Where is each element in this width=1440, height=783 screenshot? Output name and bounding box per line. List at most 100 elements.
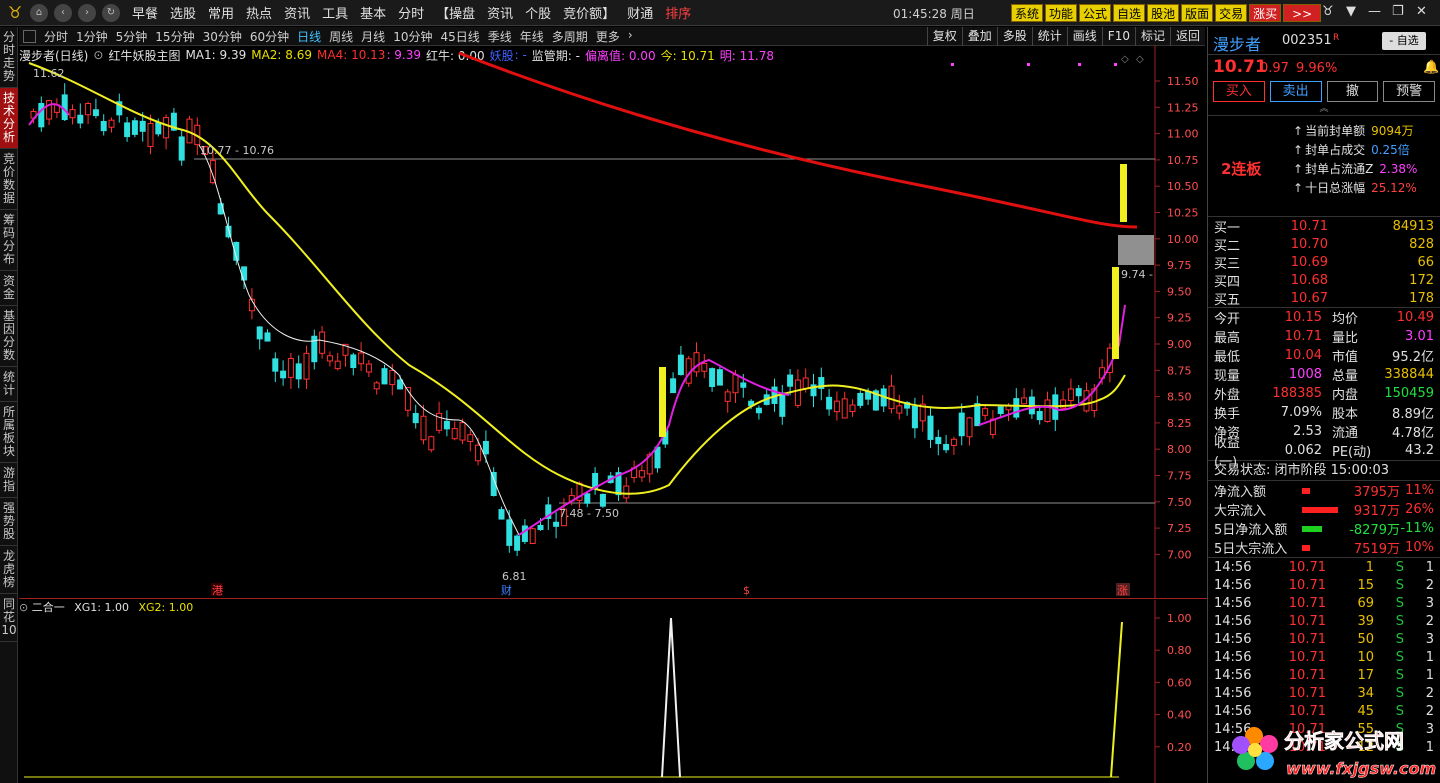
flow-row: 净流入额 3795万 11% <box>1208 481 1440 500</box>
left-tab[interactable]: 统计 <box>0 367 18 402</box>
candle-body <box>451 428 458 440</box>
period-tab[interactable]: 更多 <box>596 28 620 45</box>
candle-body <box>958 412 965 437</box>
left-tab[interactable]: 竞价数据 <box>0 149 18 210</box>
menu-item[interactable]: 热点 <box>246 3 272 22</box>
period-tab[interactable]: 30分钟 <box>203 28 242 45</box>
dropdown-icon[interactable]: ▼ <box>1346 4 1356 19</box>
period-tab[interactable]: 10分钟 <box>393 28 432 45</box>
bid-row[interactable]: 买二 10.70 828 <box>1208 235 1440 254</box>
diamond-icon[interactable]: ◇ <box>1136 54 1144 65</box>
home-icon[interactable]: ⌂ <box>30 3 48 22</box>
back-icon[interactable]: ‹ <box>54 3 72 22</box>
period-tab[interactable]: 季线 <box>488 28 512 45</box>
menu-item[interactable]: 个股 <box>525 3 551 22</box>
limit-buy-button[interactable]: 涨买 <box>1249 4 1282 22</box>
function-button[interactable]: 功能 <box>1045 4 1078 22</box>
tick-count: 1 <box>1425 667 1434 683</box>
bid-row[interactable]: 买五 10.67 178 <box>1208 289 1440 308</box>
menu-item[interactable]: 资讯 <box>487 3 513 22</box>
left-tab[interactable]: 龙虎榜 <box>0 546 18 594</box>
chart-tool-button[interactable]: 画线 <box>1066 27 1102 46</box>
menu-sort[interactable]: 排序 <box>665 3 691 22</box>
chart-tool-button[interactable]: F10 <box>1101 27 1135 46</box>
menu-item[interactable]: 工具 <box>322 3 348 22</box>
period-tab[interactable]: 日线 <box>297 28 321 45</box>
menu-item[interactable]: 早餐 <box>132 3 158 22</box>
add-watchlist-button[interactable]: - 自选 <box>1382 32 1426 50</box>
menu-item[interactable]: 基本 <box>360 3 386 22</box>
function-button[interactable]: 交易 <box>1215 4 1248 22</box>
candle-body <box>857 392 864 406</box>
bid-row[interactable]: 买一 10.71 84913 <box>1208 217 1440 236</box>
kline-chart[interactable]: 11.50 11.25 11.00 10.75 10.50 10.25 10.00 9.75 9… <box>19 45 1207 598</box>
left-tab[interactable]: 强势股 <box>0 498 18 546</box>
bid-row[interactable]: 买三 10.69 66 <box>1208 253 1440 272</box>
function-button[interactable]: 公式 <box>1079 4 1112 22</box>
marker-cai[interactable]: 财 <box>501 583 512 597</box>
left-tab[interactable]: 分时走势 <box>0 27 18 88</box>
left-tab[interactable]: 同花10 <box>0 594 18 642</box>
bell-icon[interactable]: 🔔 <box>1423 60 1439 75</box>
tick-time: 14:56 <box>1214 577 1252 593</box>
left-tab[interactable]: 技术分析 <box>0 88 18 149</box>
chart-tool-button[interactable]: 叠加 <box>961 27 997 46</box>
function-button[interactable]: 股池 <box>1147 4 1180 22</box>
chart-tool-button[interactable]: 复权 <box>926 27 962 46</box>
left-tab[interactable]: 筹码分布 <box>0 210 18 271</box>
buy-button[interactable]: 买入 <box>1213 81 1265 102</box>
layout-toggle-icon[interactable] <box>23 29 36 43</box>
period-tab[interactable]: 分时 <box>44 28 68 45</box>
maximize-icon[interactable]: ❐ <box>1392 4 1404 19</box>
menu-item[interactable]: 分时 <box>398 3 424 22</box>
menu-item[interactable]: 选股 <box>170 3 196 22</box>
sell-button[interactable]: 卖出 <box>1269 81 1322 102</box>
sub-indicator-chart[interactable]: 1.00 0.80 0.60 0.40 0.20 <box>19 600 1207 783</box>
menu-item[interactable]: 资讯 <box>284 3 310 22</box>
period-tab[interactable]: 多周期 <box>552 28 588 45</box>
period-tab[interactable]: 5分钟 <box>116 28 148 45</box>
candle-body <box>482 440 489 455</box>
tick-count: 2 <box>1425 613 1434 629</box>
close-icon[interactable]: ✕ <box>1416 4 1427 19</box>
period-tab[interactable]: 60分钟 <box>250 28 289 45</box>
left-tab[interactable]: 游指 <box>0 463 18 498</box>
function-button[interactable]: 版面 <box>1181 4 1214 22</box>
left-tab[interactable]: 资金 <box>0 271 18 306</box>
period-tab[interactable]: 1分钟 <box>76 28 108 45</box>
menu-item[interactable]: 【操盘 <box>436 3 475 22</box>
marker-dollar[interactable]: $ <box>743 584 750 597</box>
more-button[interactable]: >> <box>1283 4 1322 22</box>
chart-tool-button[interactable]: 返回 <box>1169 27 1205 46</box>
left-tab[interactable]: 基因分数 <box>0 306 18 367</box>
forward-icon[interactable]: › <box>78 3 96 22</box>
diamond-icon[interactable]: ◇ <box>1121 54 1129 65</box>
bull-logo-icon[interactable]: ♉ <box>4 2 26 24</box>
function-button[interactable]: 自选 <box>1113 4 1146 22</box>
chart-tool-button[interactable]: 统计 <box>1031 27 1067 46</box>
left-tab[interactable]: 所属板块 <box>0 402 18 463</box>
period-tab[interactable]: 45日线 <box>440 28 479 45</box>
period-tab[interactable]: 月线 <box>361 28 385 45</box>
collapse-icon[interactable]: ︽ <box>1208 105 1440 114</box>
bid-row[interactable]: 买四 10.68 172 <box>1208 271 1440 290</box>
period-tab[interactable]: 15分钟 <box>155 28 194 45</box>
menu-item[interactable]: 财通 <box>627 3 653 22</box>
minimize-icon[interactable]: — <box>1368 4 1381 19</box>
quote-value: 0.062 <box>1284 443 1322 458</box>
marker-gang[interactable]: 港 <box>212 584 223 597</box>
function-button[interactable]: 系统 <box>1011 4 1044 22</box>
period-tab[interactable]: 周线 <box>329 28 353 45</box>
tick-volume: 34 <box>1357 685 1374 701</box>
refresh-icon[interactable]: ↻ <box>102 3 120 22</box>
marker-zhang[interactable]: 涨 <box>1117 584 1128 597</box>
tick-time: 14:56 <box>1214 685 1252 701</box>
more-period-icon[interactable]: › <box>628 28 633 45</box>
period-tab[interactable]: 年线 <box>520 28 544 45</box>
menu-item[interactable]: 竞价额】 <box>563 3 615 22</box>
alert-button[interactable]: 预警 <box>1383 81 1435 102</box>
chart-tool-button[interactable]: 标记 <box>1134 27 1170 46</box>
cancel-order-button[interactable]: 撤 <box>1326 81 1379 102</box>
menu-item[interactable]: 常用 <box>208 3 234 22</box>
chart-tool-button[interactable]: 多股 <box>996 27 1032 46</box>
